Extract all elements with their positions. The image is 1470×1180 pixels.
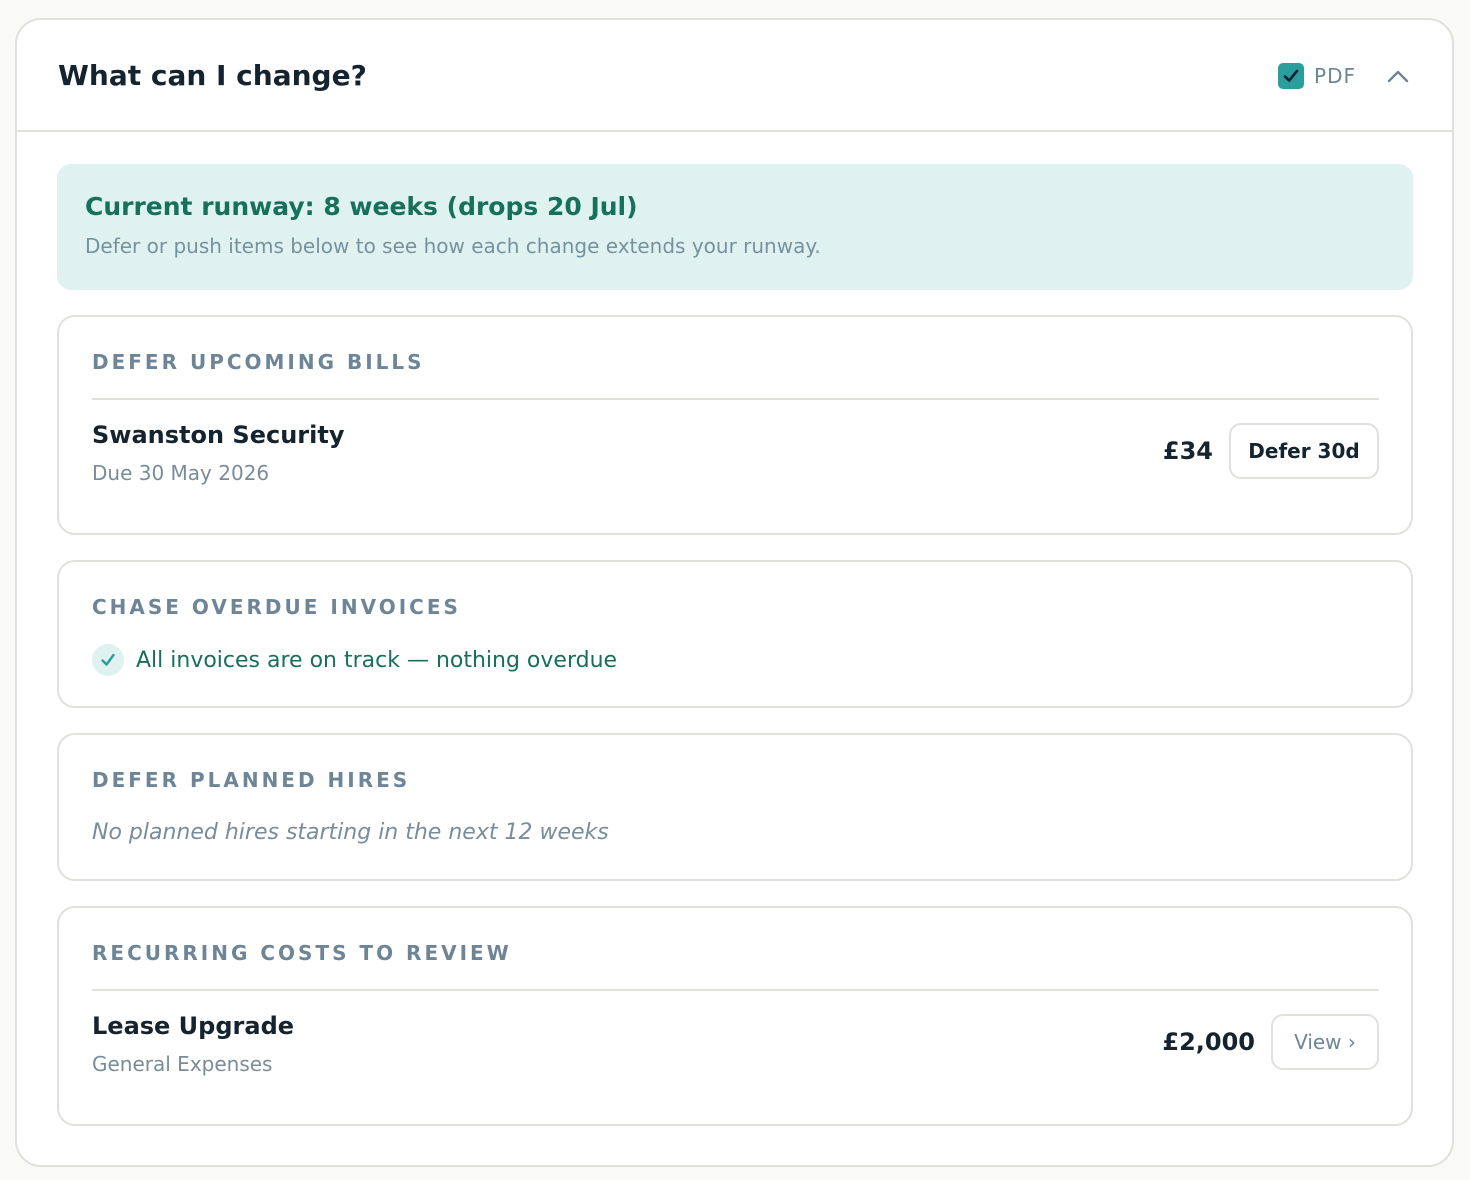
recurring-cost-amount: £2,000 xyxy=(1162,1028,1255,1056)
section-chase-invoices: CHASE OVERDUE INVOICES All invoices are … xyxy=(57,560,1413,708)
bill-due-date: Due 30 May 2026 xyxy=(92,461,270,485)
runway-subtitle: Defer or push items below to see how eac… xyxy=(85,234,821,258)
invoices-status-row: All invoices are on track — nothing over… xyxy=(92,644,617,676)
panel-header: What can I change? PDF xyxy=(17,20,1452,132)
section-heading: CHASE OVERDUE INVOICES xyxy=(92,595,461,619)
runway-banner: Current runway: 8 weeks (drops 20 Jul) D… xyxy=(57,164,1413,290)
section-divider xyxy=(92,989,1379,991)
section-divider xyxy=(92,398,1379,400)
section-recurring-costs: RECURRING COSTS TO REVIEW Lease Upgrade … xyxy=(57,906,1413,1126)
bill-amount: £34 xyxy=(1162,437,1213,465)
check-circle-icon xyxy=(92,644,124,676)
section-heading: RECURRING COSTS TO REVIEW xyxy=(92,941,512,965)
header-controls: PDF xyxy=(1278,20,1410,132)
what-can-i-change-panel: What can I change? PDF Current runway: 8… xyxy=(15,18,1454,1167)
bill-name: Swanston Security xyxy=(92,421,345,449)
defer-30d-button[interactable]: Defer 30d xyxy=(1229,423,1379,479)
checkmark-icon xyxy=(1283,69,1299,82)
panel-title: What can I change? xyxy=(58,58,367,92)
recurring-cost-name: Lease Upgrade xyxy=(92,1012,295,1040)
section-defer-hires: DEFER PLANNED HIRES No planned hires sta… xyxy=(57,733,1413,881)
section-heading: DEFER UPCOMING BILLS xyxy=(92,350,425,374)
hires-empty-note: No planned hires starting in the next 12… xyxy=(92,820,609,845)
recurring-cost-category: General Expenses xyxy=(92,1052,273,1076)
section-defer-bills: DEFER UPCOMING BILLS Swanston Security D… xyxy=(57,315,1413,535)
runway-title: Current runway: 8 weeks (drops 20 Jul) xyxy=(85,192,638,221)
chevron-up-icon xyxy=(1387,70,1409,83)
collapse-button[interactable] xyxy=(1386,64,1410,88)
section-heading: DEFER PLANNED HIRES xyxy=(92,768,411,792)
pdf-checkbox[interactable] xyxy=(1278,63,1305,89)
view-button[interactable]: View › xyxy=(1271,1014,1379,1070)
invoices-status-text: All invoices are on track — nothing over… xyxy=(136,647,618,673)
pdf-label: PDF xyxy=(1314,64,1356,88)
pdf-toggle[interactable]: PDF xyxy=(1278,63,1356,89)
